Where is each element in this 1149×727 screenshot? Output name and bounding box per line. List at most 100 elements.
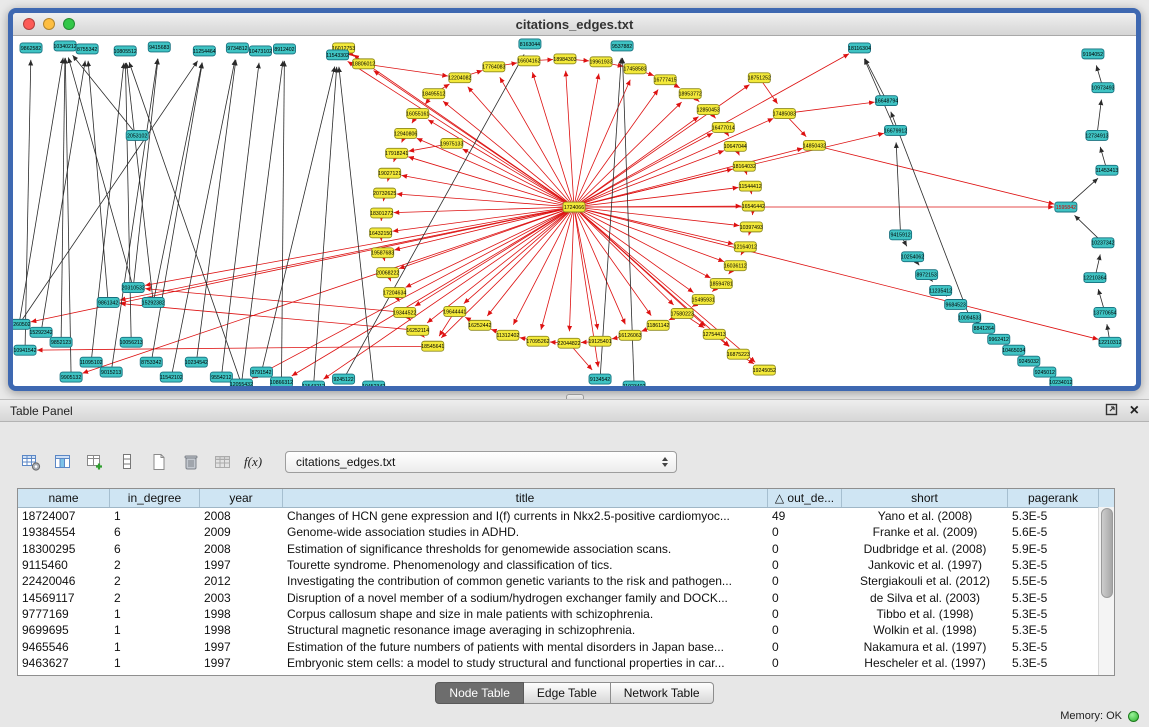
table-row[interactable]: 1872400712008Changes of HCN gene express… [18,508,1114,524]
graph-edge[interactable] [464,207,574,304]
graph-node[interactable]: 10340212 [54,41,77,51]
column-header-out_de[interactable]: △ out_de... [768,489,842,507]
graph-edge[interactable] [171,60,235,377]
graph-node[interactable]: 8755342 [76,44,98,54]
graph-edge[interactable] [19,58,63,325]
graph-edge[interactable] [574,207,674,305]
graph-edge[interactable] [348,61,574,207]
table-row[interactable]: 946362711997Embryonic stem cells: a mode… [18,655,1114,671]
graph-node[interactable]: 19125401 [588,336,611,346]
graph-node[interactable]: 1724066 [563,202,585,212]
citation-network-graph[interactable]: 1724066 18495512 16055161 12940806 17918241 1… [13,36,1136,386]
graph-node[interactable]: 9684523 [945,299,967,309]
graph-node[interactable]: 9554212 [210,372,232,382]
graph-edge[interactable] [864,59,895,131]
table-row[interactable]: 911546021997Tourette syndrome. Phenomeno… [18,557,1114,573]
graph-edge[interactable] [574,80,630,207]
show-columns-icon[interactable] [49,449,76,476]
graph-edge[interactable] [441,207,574,338]
graph-edge[interactable] [88,61,108,303]
edit-table-icon[interactable] [81,449,108,476]
graph-node[interactable]: 18953772 [679,89,702,99]
graph-node[interactable]: 17458583 [624,64,647,74]
graph-edge[interactable] [417,138,574,207]
graph-node[interactable]: 11861142 [647,320,669,330]
graph-edge[interactable] [566,71,574,207]
tab-network-table[interactable]: Network Table [611,682,714,704]
tab-node-table[interactable]: Node Table [435,682,524,704]
graph-node[interactable]: 9861342 [97,298,119,308]
graph-edge[interactable] [339,67,374,386]
graph-edge[interactable] [574,74,599,207]
graph-node[interactable]: 16875223 [727,349,750,359]
graph-node[interactable]: 8753342 [140,357,162,367]
graph-edge[interactable] [61,58,65,342]
graph-node[interactable]: 16648794 [875,96,898,106]
table-row[interactable]: 1456911722003Disruption of a novel membe… [18,589,1114,605]
graph-edge[interactable] [574,148,803,207]
graph-node[interactable]: 9015213 [100,367,122,377]
graph-node[interactable]: 19644441 [443,306,466,316]
table-row[interactable]: 1830029562008Estimation of significance … [18,541,1114,557]
graph-edge[interactable] [73,55,138,135]
graph-node[interactable]: 12940806 [394,128,417,138]
graph-edge[interactable] [393,207,574,231]
graph-node[interactable]: 9194052 [1082,49,1104,59]
graph-node[interactable]: 11542102 [160,372,183,382]
graph-node[interactable]: 9245012 [1034,367,1056,377]
graph-edge[interactable] [65,58,71,377]
graph-node[interactable]: 16036112 [724,261,747,271]
graph-edge[interactable] [145,207,574,285]
graph-node[interactable]: 16432150 [369,228,392,238]
graph-edge[interactable] [125,63,131,342]
graph-node[interactable]: 9852123 [50,337,72,347]
graph-node[interactable]: 8972153 [916,270,938,280]
graph-node[interactable]: 11254464 [193,46,216,56]
graph-node[interactable]: 16055161 [406,109,429,119]
graph-node[interactable]: 12850453 [697,105,720,115]
graph-node[interactable]: 19975133 [440,138,463,148]
graph-edge[interactable] [574,133,713,207]
row-height-icon[interactable] [113,449,140,476]
graph-node[interactable]: 10866312 [270,377,293,386]
graph-node[interactable]: 13770654 [1093,307,1116,317]
graph-node[interactable]: 1595842 [1055,202,1077,212]
table-scrollbar[interactable] [1098,507,1114,675]
table-row[interactable]: 2242004622012Investigating the contribut… [18,573,1114,589]
graph-node[interactable]: 8791542 [250,367,272,377]
graph-node[interactable]: 17918241 [385,148,408,158]
graph-node[interactable]: 10647044 [724,141,747,151]
graph-edge[interactable] [153,63,202,303]
graph-edge[interactable] [133,59,158,288]
graph-node[interactable]: 10234542 [185,357,208,367]
graph-node[interactable]: 12164012 [734,242,757,252]
graph-edge[interactable] [406,207,574,287]
column-header-in_degree[interactable]: in_degree [110,489,200,507]
graph-node[interactable]: 17764083 [482,62,505,72]
graph-edge[interactable] [82,207,574,373]
graph-node[interactable]: 11544412 [739,181,762,191]
graph-node[interactable]: 8912402 [273,44,295,54]
graph-node[interactable]: 19961933 [589,57,612,67]
graph-edge[interactable] [865,59,887,101]
graph-edge[interactable] [111,59,157,372]
column-header-short[interactable]: short [842,489,1008,507]
graph-node[interactable]: 18984303 [553,54,576,64]
graph-edge[interactable] [145,289,405,313]
graph-node[interactable]: 10805512 [114,46,137,56]
graph-node[interactable]: 10254062 [901,252,924,262]
column-header-name[interactable]: name [18,489,110,507]
graph-edge[interactable] [574,102,682,207]
graph-node[interactable]: 12734913 [1085,130,1108,140]
close-window-button[interactable] [23,18,35,30]
graph-node[interactable]: 9415683 [148,42,170,52]
graph-node[interactable]: 11453413 [1096,165,1119,175]
graph-node[interactable]: 11543302 [326,50,349,60]
graph-node[interactable]: 17580223 [671,308,694,318]
graph-node[interactable]: 18594781 [710,279,733,289]
graph-node[interactable]: 18495512 [422,89,445,99]
table-panel-titlebar[interactable]: Table Panel × [0,400,1149,422]
zoom-window-button[interactable] [63,18,75,30]
close-panel-icon[interactable]: × [1130,404,1139,418]
graph-edge[interactable] [443,101,574,207]
